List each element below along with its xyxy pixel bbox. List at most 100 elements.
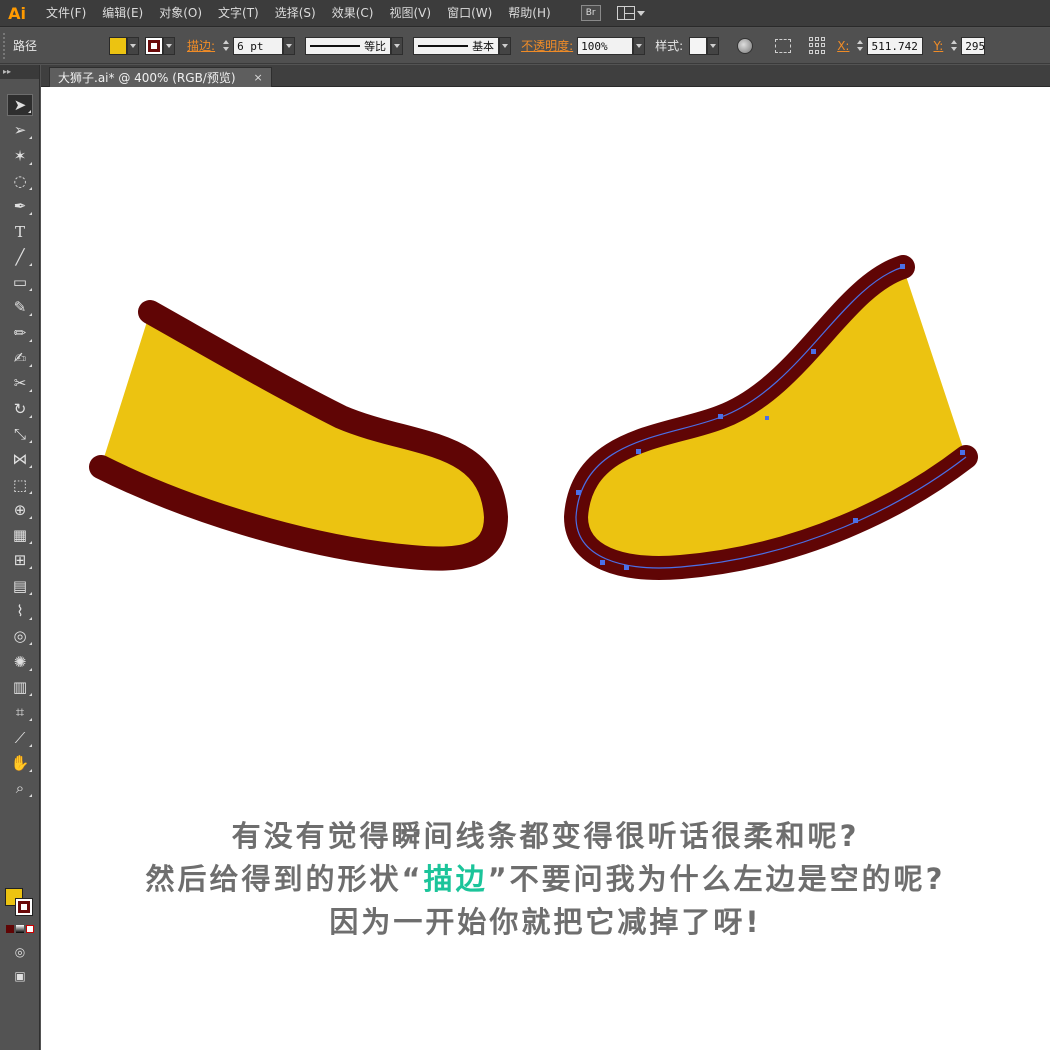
eyedropper-tool[interactable]: ⌇ bbox=[7, 600, 33, 622]
blob-brush-tool[interactable]: ✍ bbox=[7, 347, 33, 369]
fill-dropdown[interactable] bbox=[127, 36, 139, 55]
menu-file[interactable]: 文件(F) bbox=[38, 0, 94, 27]
bridge-button[interactable]: Br bbox=[580, 5, 601, 21]
y-input[interactable]: 295 bbox=[961, 36, 986, 55]
width-tool[interactable]: ⋈ bbox=[7, 448, 33, 470]
menu-help[interactable]: 帮助(H) bbox=[500, 0, 558, 27]
draw-mode-button[interactable]: ◎ bbox=[7, 941, 33, 963]
profile-line-icon bbox=[310, 44, 361, 47]
caption-line-2-start: 然后给得到的形状“ bbox=[145, 862, 424, 896]
x-label[interactable]: X: bbox=[837, 39, 849, 53]
blend-tool[interactable]: ◎ bbox=[7, 625, 33, 647]
center-point[interactable] bbox=[765, 416, 769, 420]
lasso-tool[interactable]: ◌ bbox=[7, 170, 33, 192]
menu-select[interactable]: 选择(S) bbox=[267, 0, 324, 27]
scissors-tool[interactable]: ✂ bbox=[7, 372, 33, 394]
type-tool[interactable]: T bbox=[7, 221, 33, 243]
x-stepper[interactable] bbox=[853, 37, 867, 55]
left-eyebrow-shape[interactable] bbox=[89, 300, 508, 571]
color-mode-buttons[interactable] bbox=[4, 923, 36, 935]
opacity-dropdown[interactable] bbox=[633, 36, 646, 55]
stroke-weight-dropdown[interactable] bbox=[283, 36, 296, 55]
anchor-point[interactable] bbox=[900, 264, 905, 269]
reference-point-cell bbox=[821, 43, 826, 48]
x-input[interactable]: 511.742 bbox=[867, 36, 924, 55]
shape-builder-icon: ⊕ bbox=[13, 500, 27, 519]
stroke-dropdown[interactable] bbox=[163, 36, 175, 55]
stroke-color-box[interactable] bbox=[15, 898, 33, 916]
direct-selection-tool[interactable]: ➢ bbox=[7, 119, 33, 141]
brush-definition-select[interactable]: 基本 bbox=[413, 36, 500, 55]
align-selection-icon[interactable] bbox=[775, 38, 792, 53]
stroke-weight-input[interactable]: 6 pt bbox=[233, 36, 284, 55]
mesh-tool[interactable]: ⊞ bbox=[7, 549, 33, 571]
zoom-tool[interactable]: ⌕ bbox=[7, 777, 33, 799]
graphic-style-swatch[interactable] bbox=[689, 36, 708, 55]
scissors-icon: ✂ bbox=[13, 374, 27, 393]
menu-type[interactable]: 文字(T) bbox=[210, 0, 267, 27]
line-segment-tool[interactable]: ╱ bbox=[7, 246, 33, 268]
panel-grip[interactable] bbox=[3, 32, 9, 59]
menu-edit[interactable]: 编辑(E) bbox=[94, 0, 151, 27]
y-label[interactable]: Y: bbox=[933, 39, 943, 53]
stroke-weight-stepper[interactable] bbox=[219, 37, 233, 55]
anchor-point[interactable] bbox=[600, 560, 605, 565]
menu-window[interactable]: 窗口(W) bbox=[439, 0, 500, 27]
menu-object[interactable]: 对象(O) bbox=[151, 0, 210, 27]
close-icon[interactable]: × bbox=[254, 71, 263, 84]
opacity-label[interactable]: 不透明度: bbox=[521, 37, 573, 54]
slice-tool[interactable]: ⟋ bbox=[7, 727, 33, 749]
y-stepper[interactable] bbox=[947, 37, 961, 55]
anchor-point[interactable] bbox=[624, 565, 629, 570]
menu-view[interactable]: 视图(V) bbox=[381, 0, 439, 27]
anchor-point[interactable] bbox=[576, 490, 581, 495]
stroke-box-icon bbox=[18, 901, 30, 913]
right-eyebrow-shape[interactable] bbox=[564, 255, 978, 580]
shape-builder-tool[interactable]: ⊕ bbox=[7, 499, 33, 521]
scale-tool[interactable]: ⤡ bbox=[7, 423, 33, 445]
tools-panel-collapse[interactable]: ▸▸ bbox=[0, 65, 39, 79]
stroke-color-swatch[interactable] bbox=[145, 36, 163, 55]
chevron-down-icon bbox=[130, 43, 136, 48]
anchor-point[interactable] bbox=[811, 349, 816, 354]
anchor-point[interactable] bbox=[636, 449, 641, 454]
style-dropdown[interactable] bbox=[707, 36, 720, 55]
free-transform-tool[interactable]: ⬚ bbox=[7, 474, 33, 496]
caption-line-2-end: ”不要问我为什么左边是空的呢? bbox=[487, 862, 946, 896]
brush-dropdown[interactable] bbox=[499, 36, 512, 55]
artboard-canvas[interactable]: 有没有觉得瞬间线条都变得很听话很柔和呢? 然后给得到的形状“描边”不要问我为什么… bbox=[41, 87, 1050, 1050]
column-graph-tool[interactable]: ▥ bbox=[7, 676, 33, 698]
rotate-tool[interactable]: ↻ bbox=[7, 398, 33, 420]
perspective-grid-tool[interactable]: ▦ bbox=[7, 524, 33, 546]
tools-panel: ▸▸ ◎ ▣ ➤ ➢ ✶ ◌ ✒ T ╱ ▭ ✎ ✏ ✍ ✂ ↻ ⤡ ⋈ ⬚ ⊕ ▦ ⊞ ▤ ⌇ ◎ ✺ ▥ ⌗ ⟋ ✋ ⌕ bbox=[0, 65, 40, 1050]
reference-point-icon[interactable] bbox=[809, 36, 827, 55]
variable-width-profile-select[interactable]: 等比 bbox=[305, 36, 392, 55]
anchor-point[interactable] bbox=[960, 450, 965, 455]
recolor-artwork-icon[interactable] bbox=[737, 37, 754, 54]
opacity-input[interactable]: 100% bbox=[577, 36, 634, 55]
artboard-tool[interactable]: ⌗ bbox=[7, 701, 33, 723]
width-icon: ⋈ bbox=[12, 450, 28, 469]
anchor-point[interactable] bbox=[718, 414, 723, 419]
fill-color-swatch[interactable] bbox=[109, 36, 127, 55]
symbol-sprayer-tool[interactable]: ✺ bbox=[7, 651, 33, 673]
anchor-point[interactable] bbox=[853, 518, 858, 523]
pencil-tool[interactable]: ✏ bbox=[7, 322, 33, 344]
screen-mode-button[interactable]: ▣ bbox=[7, 965, 33, 987]
arrange-documents-button[interactable] bbox=[616, 6, 645, 20]
gradient-mode-icon bbox=[16, 925, 24, 933]
hand-tool[interactable]: ✋ bbox=[7, 752, 33, 774]
rounded-rectangle-tool[interactable]: ▭ bbox=[7, 271, 33, 293]
style-label-text: 样式 bbox=[655, 39, 680, 53]
paintbrush-tool[interactable]: ✎ bbox=[7, 296, 33, 318]
magic-wand-tool[interactable]: ✶ bbox=[7, 145, 33, 167]
artboard-icon: ⌗ bbox=[15, 703, 25, 722]
selection-tool[interactable]: ➤ bbox=[7, 94, 33, 116]
gradient-tool[interactable]: ▤ bbox=[7, 575, 33, 597]
y-label-text: Y bbox=[933, 38, 940, 53]
profile-dropdown[interactable] bbox=[391, 36, 404, 55]
menu-effect[interactable]: 效果(C) bbox=[324, 0, 382, 27]
document-tab[interactable]: 大狮子.ai* @ 400% (RGB/预览) × bbox=[49, 67, 272, 87]
pen-tool[interactable]: ✒ bbox=[7, 195, 33, 217]
stroke-label[interactable]: 描边: bbox=[187, 37, 215, 54]
